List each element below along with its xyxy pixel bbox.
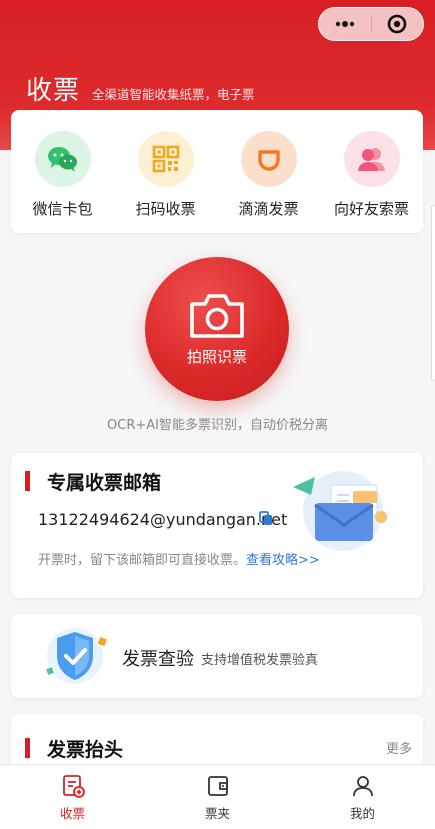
didi-icon	[240, 131, 297, 187]
qr-code-icon	[137, 131, 194, 187]
ocr-note: OCR+AI智能多票识别，自动价税分离	[107, 418, 328, 433]
action-label: 滴滴发票	[238, 200, 299, 218]
close-target-icon	[387, 14, 407, 34]
email-section-card: 专属收票邮箱 13122494624@yundangan.net 开票时，留下该…	[11, 453, 423, 598]
more-options-button[interactable]	[319, 8, 371, 40]
request-from-friend-button[interactable]: 向好友索票	[320, 110, 423, 233]
quick-actions-card: 微信卡包 扫码收票 滴滴发票 向好友索票	[11, 110, 423, 233]
wechat-card-button[interactable]: 微信卡包	[11, 110, 114, 233]
title-row: 收票 全渠道智能收集纸票，电子票	[26, 70, 255, 107]
view-guide-link[interactable]: 查看攻略>>	[246, 553, 320, 568]
wallet-icon	[207, 776, 228, 796]
tab-receive[interactable]: 收票	[0, 765, 145, 829]
action-label: 微信卡包	[32, 200, 93, 218]
wechat-icon	[34, 131, 91, 187]
action-label: 向好友索票	[333, 200, 409, 218]
verify-invoice-card[interactable]: 发票查验 支持增值税发票验真	[11, 614, 423, 698]
camera-label: 拍照识票	[186, 347, 247, 366]
tab-label: 票夹	[204, 806, 230, 821]
email-hint-text: 开票时，留下该邮箱即可直接收票。	[38, 553, 247, 568]
tab-label: 收票	[59, 806, 85, 821]
copy-icon[interactable]	[259, 511, 273, 526]
email-address: 13122494624@yundangan.net	[38, 510, 288, 529]
page-title: 收票	[26, 76, 81, 106]
bottom-tab-bar: 收票 票夹 我的	[0, 764, 435, 829]
section-title: 专属收票邮箱	[47, 472, 162, 494]
friends-icon	[343, 131, 400, 187]
side-drawer-handle[interactable]	[431, 205, 435, 381]
shield-check-icon	[46, 628, 107, 684]
more-link[interactable]: 更多	[386, 738, 412, 757]
receive-invoice-icon	[62, 775, 85, 798]
more-dots-icon	[335, 21, 354, 27]
tab-wallet[interactable]: 票夹	[145, 765, 290, 829]
verify-title: 发票查验	[122, 649, 194, 670]
action-label: 扫码收票	[135, 200, 196, 218]
didi-invoice-button[interactable]: 滴滴发票	[217, 110, 320, 233]
user-icon	[352, 776, 373, 797]
mail-illustration-icon	[293, 471, 387, 551]
photo-recognize-button[interactable]: 拍照识票	[145, 257, 289, 401]
section-accent-bar	[25, 471, 30, 491]
mini-program-capsule	[318, 7, 424, 41]
email-hint: 开票时，留下该邮箱即可直接收票。查看攻略>>	[38, 549, 320, 568]
section-title: 发票抬头	[47, 739, 124, 761]
close-mini-program-button[interactable]	[372, 8, 424, 40]
section-accent-bar	[25, 738, 30, 758]
tab-label: 我的	[349, 806, 375, 821]
page-subtitle: 全渠道智能收集纸票，电子票	[92, 87, 255, 102]
photo-recognize-wrapper: 拍照识票	[145, 257, 289, 401]
camera-icon	[190, 293, 244, 338]
verify-description: 支持增值税发票验真	[201, 653, 319, 668]
scan-qr-button[interactable]: 扫码收票	[114, 110, 217, 233]
tab-mine[interactable]: 我的	[290, 765, 435, 829]
